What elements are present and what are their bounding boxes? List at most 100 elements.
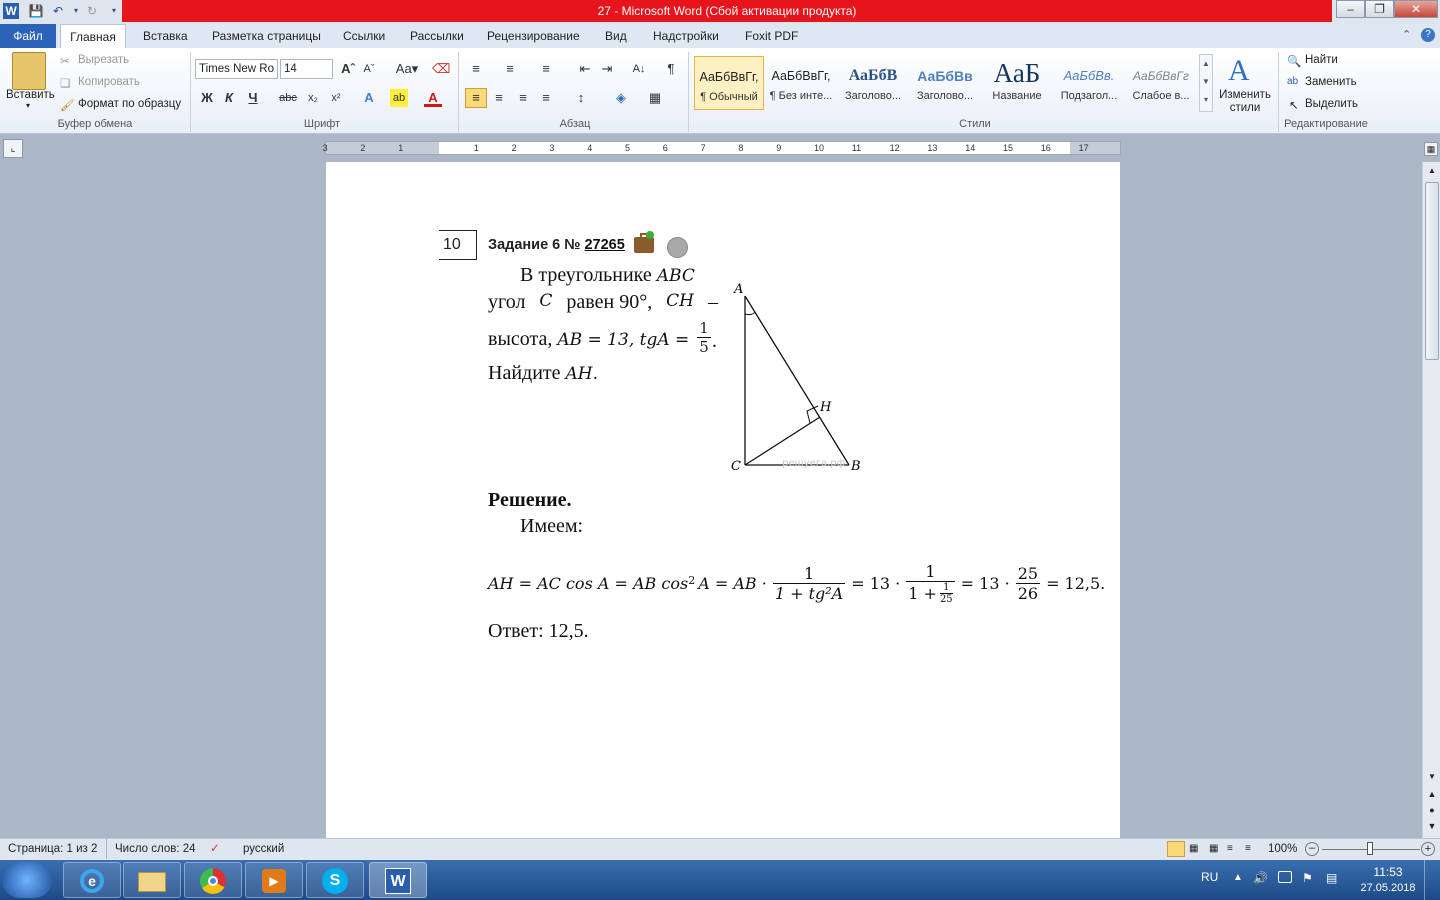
- tab-page-layout[interactable]: Разметка страницы: [212, 24, 321, 48]
- undo-dropdown-icon[interactable]: ▾: [68, 3, 84, 19]
- copy-button[interactable]: Копировать: [78, 76, 140, 88]
- styles-scroll[interactable]: ▲ ▼ ▾: [1199, 54, 1213, 112]
- replace-icon[interactable]: ab: [1287, 76, 1298, 87]
- show-hidden-icons[interactable]: ▲: [1233, 872, 1243, 883]
- word-taskbar-icon[interactable]: W: [369, 862, 427, 898]
- tab-file[interactable]: Файл: [0, 24, 56, 48]
- line-spacing-icon[interactable]: ↕: [572, 89, 590, 107]
- paste-dropdown-icon[interactable]: ▾: [26, 101, 30, 110]
- show-formatting-icon[interactable]: ¶: [662, 60, 680, 78]
- select-button[interactable]: Выделить: [1305, 98, 1358, 110]
- shading-icon[interactable]: ◈: [612, 89, 630, 107]
- sort-icon[interactable]: A↓: [630, 60, 648, 78]
- format-painter-icon[interactable]: 🖌: [60, 98, 75, 112]
- style-heading-2[interactable]: АаБбВв Заголово...: [910, 56, 980, 110]
- text-effects-icon[interactable]: A: [360, 89, 378, 107]
- save-icon[interactable]: 💾: [28, 3, 44, 19]
- style-heading-1[interactable]: АаБбВ Заголово...: [838, 56, 908, 110]
- full-screen-reading-icon[interactable]: ▦: [1189, 839, 1198, 859]
- tab-addins[interactable]: Надстройки: [653, 24, 719, 48]
- paste-icon[interactable]: [12, 52, 46, 90]
- customize-toolbar-icon[interactable]: ▾: [106, 3, 122, 19]
- page-count[interactable]: Страница: 1 из 2: [8, 839, 97, 859]
- style-subtitle[interactable]: АаБбВв. Подзагол...: [1054, 56, 1124, 110]
- tab-insert[interactable]: Вставка: [143, 24, 188, 48]
- vertical-scrollbar[interactable]: ▲ ▼ ▲ ● ▼: [1422, 162, 1440, 838]
- multilevel-list-icon[interactable]: ≡: [537, 60, 555, 78]
- zoom-out-icon[interactable]: –: [1305, 842, 1319, 856]
- copy-icon[interactable]: ❏: [60, 76, 70, 90]
- clock-time[interactable]: 11:53: [1362, 865, 1414, 879]
- shrink-font-icon[interactable]: Aˇ: [360, 60, 378, 78]
- clock-date[interactable]: 27.05.2018: [1356, 882, 1420, 894]
- input-language[interactable]: RU: [1201, 870, 1218, 884]
- tab-home[interactable]: Главная: [60, 24, 126, 48]
- document-page[interactable]: [326, 162, 1120, 838]
- show-desktop-button[interactable]: [1424, 860, 1440, 900]
- style-subtle-emphasis[interactable]: АаБбВвГг Слабое в...: [1126, 56, 1196, 110]
- scroll-thumb[interactable]: [1425, 182, 1439, 360]
- tab-mailings[interactable]: Рассылки: [410, 24, 464, 48]
- tab-references[interactable]: Ссылки: [343, 24, 385, 48]
- borders-icon[interactable]: ▦: [646, 89, 664, 107]
- language[interactable]: русский: [243, 839, 284, 859]
- minimize-ribbon-icon[interactable]: ⌃: [1402, 28, 1411, 41]
- close-button[interactable]: ✕: [1394, 0, 1438, 18]
- media-player-taskbar-icon[interactable]: ▶: [245, 862, 303, 898]
- format-painter-button[interactable]: Формат по образцу: [78, 98, 181, 110]
- replace-button[interactable]: Заменить: [1305, 76, 1357, 88]
- draft-view-icon[interactable]: ≡: [1245, 839, 1251, 859]
- print-layout-view-icon[interactable]: [1167, 841, 1185, 857]
- decrease-indent-icon[interactable]: ⇤: [576, 60, 594, 78]
- ie-taskbar-icon[interactable]: e: [63, 862, 121, 898]
- redo-icon[interactable]: ↻: [84, 3, 100, 19]
- start-button[interactable]: [2, 862, 52, 898]
- browse-object-icon[interactable]: ●: [1425, 803, 1439, 817]
- cut-button[interactable]: Вырезать: [78, 54, 129, 66]
- web-layout-icon[interactable]: ▦: [1209, 839, 1218, 859]
- numbering-icon[interactable]: ≡: [501, 60, 519, 78]
- outline-view-icon[interactable]: ≡: [1227, 839, 1233, 859]
- task-link[interactable]: 27265: [584, 237, 624, 253]
- font-color-icon[interactable]: A: [424, 89, 442, 107]
- network-icon[interactable]: ▤: [1326, 871, 1337, 885]
- volume-icon[interactable]: 🔊: [1253, 871, 1268, 885]
- briefcase-icon[interactable]: [634, 231, 654, 253]
- font-name-combo[interactable]: Times New Ro: [195, 59, 278, 79]
- help-icon[interactable]: ?: [1421, 28, 1435, 42]
- word-app-icon[interactable]: W: [3, 3, 19, 19]
- zoom-level[interactable]: 100%: [1268, 839, 1297, 859]
- zoom-slider-thumb[interactable]: [1367, 842, 1373, 855]
- bold-icon[interactable]: Ж: [198, 89, 216, 107]
- align-right-icon[interactable]: ≡: [514, 89, 532, 107]
- tab-view[interactable]: Вид: [605, 24, 627, 48]
- tab-review[interactable]: Рецензирование: [487, 24, 580, 48]
- font-size-combo[interactable]: 14: [280, 59, 333, 79]
- word-count[interactable]: Число слов: 24: [115, 839, 196, 859]
- superscript-icon[interactable]: x²: [327, 89, 345, 107]
- align-left-icon[interactable]: ≡: [465, 88, 487, 108]
- subscript-icon[interactable]: x₂: [304, 89, 322, 107]
- horizontal-ruler[interactable]: 3 2 1 1 2 3 4 5 6 7 8 9 10 11 12 13 14 15 16 17: [323, 141, 1121, 155]
- spelling-check-icon[interactable]: ✓: [210, 839, 220, 859]
- action-center-icon[interactable]: ⚑: [1302, 871, 1313, 885]
- undo-icon[interactable]: ↶: [50, 3, 66, 19]
- style-no-spacing[interactable]: АаБбВвГг, ¶ Без инте...: [766, 56, 836, 110]
- select-icon[interactable]: ↖: [1289, 98, 1299, 112]
- scroll-down-icon[interactable]: ▼: [1425, 770, 1439, 784]
- status-circle-icon[interactable]: [667, 237, 688, 258]
- tab-foxit-pdf[interactable]: Foxit PDF: [745, 24, 798, 48]
- find-icon[interactable]: 🔍: [1287, 54, 1301, 68]
- paste-button[interactable]: Вставить: [6, 89, 55, 101]
- change-styles-icon[interactable]: A: [1228, 54, 1250, 88]
- style-title[interactable]: АаБ Название: [982, 56, 1052, 110]
- strikethrough-icon[interactable]: abc: [279, 89, 297, 107]
- italic-icon[interactable]: К: [220, 89, 238, 107]
- next-page-icon[interactable]: ▼: [1425, 819, 1439, 833]
- increase-indent-icon[interactable]: ⇥: [598, 60, 616, 78]
- minimize-button[interactable]: –: [1336, 0, 1365, 18]
- maximize-button[interactable]: ❐: [1365, 0, 1394, 18]
- bullets-icon[interactable]: ≡: [467, 60, 485, 78]
- cut-icon[interactable]: ✂: [60, 54, 70, 68]
- tab-selector[interactable]: ⌞: [3, 139, 23, 158]
